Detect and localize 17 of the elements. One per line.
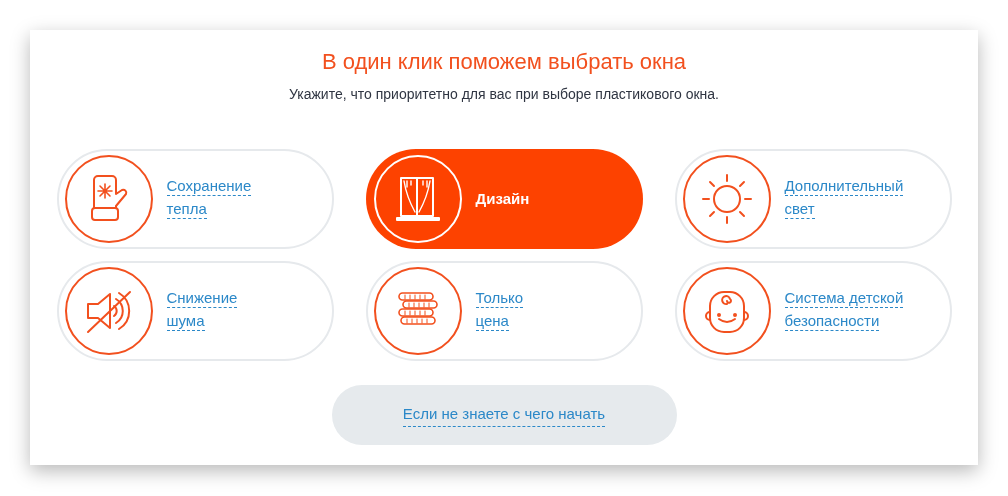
option-button[interactable]: Система детской безопасности: [674, 261, 952, 361]
option-button[interactable]: Только цена: [365, 261, 643, 361]
option-label: Сохранение тепла: [166, 176, 252, 221]
option-button[interactable]: Сохранение тепла: [56, 149, 334, 249]
help-button[interactable]: Если не знаете с чего начать: [331, 385, 677, 445]
option-label: Система детской безопасности: [784, 288, 904, 333]
option-label: Снижение шума: [166, 288, 238, 333]
subtitle: Укажите, что приоритетно для вас при выборе пластикового окна.: [289, 85, 719, 104]
option-label: Дополнительный свет: [784, 176, 904, 221]
heading: В один клик поможем выбрать окна: [321, 48, 687, 76]
option-label: Только цена: [475, 288, 524, 333]
option-label: Дизайн: [475, 189, 530, 209]
window-icon: [394, 174, 441, 224]
option-button[interactable]: Дополнительный свет: [674, 149, 952, 249]
option-button[interactable]: Снижение шума: [56, 261, 334, 361]
sun-icon: [699, 172, 754, 226]
option-button[interactable]: Дизайн: [365, 149, 643, 249]
